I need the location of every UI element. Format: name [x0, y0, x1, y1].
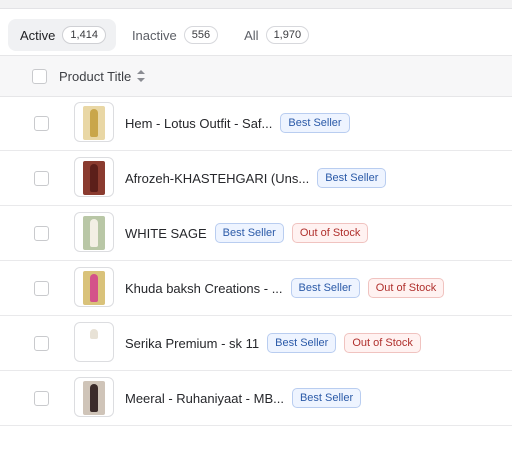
tab-count-badge: 1,970	[265, 26, 310, 44]
tab-count-badge: 556	[183, 26, 219, 44]
product-thumbnail[interactable]	[74, 157, 114, 197]
table-header: Product Title	[0, 55, 512, 97]
table-row[interactable]: Afrozeh-KHASTEHGARI (Uns... Best Seller	[0, 151, 512, 206]
outfit-figure-icon	[90, 384, 98, 412]
tab-inactive[interactable]: Inactive 556	[120, 19, 228, 51]
best-seller-badge: Best Seller	[280, 113, 350, 133]
best-seller-badge: Best Seller	[317, 168, 387, 188]
table-row[interactable]: Hem - Lotus Outfit - Saf... Best Seller	[0, 96, 512, 151]
product-name-cell: Hem - Lotus Outfit - Saf... Best Seller	[125, 96, 350, 150]
best-seller-badge: Best Seller	[291, 388, 362, 408]
product-name[interactable]: Hem - Lotus Outfit - Saf...	[125, 116, 272, 131]
status-tabs: Active 1,414 Inactive 556 All 1,970	[8, 17, 319, 53]
product-thumbnail[interactable]	[74, 267, 114, 307]
product-name-cell: Afrozeh-KHASTEHGARI (Uns... Best Seller	[125, 151, 387, 205]
outfit-figure-icon	[90, 274, 98, 302]
table-row[interactable]: Khuda baksh Creations - ... Best Seller …	[0, 261, 512, 316]
outfit-figure-icon	[90, 164, 98, 192]
tab-label: Inactive	[131, 27, 177, 43]
product-name[interactable]: WHITE SAGE	[125, 226, 207, 241]
product-name-cell: Serika Premium - sk 11 Best Seller Out o…	[125, 316, 421, 370]
product-name[interactable]: Afrozeh-KHASTEHGARI (Uns...	[125, 171, 309, 186]
product-name-cell: WHITE SAGE Best Seller Out of Stock	[125, 206, 369, 260]
products-panel: Active 1,414 Inactive 556 All 1,970 Prod…	[0, 8, 512, 449]
product-name-cell: Khuda baksh Creations - ... Best Seller …	[125, 261, 445, 315]
table-row[interactable]: Meeral - Ruhaniyaat - MB... Best Seller	[0, 371, 512, 426]
best-seller-badge: Best Seller	[267, 333, 337, 353]
row-checkbox[interactable]	[34, 391, 49, 406]
product-thumbnail[interactable]	[74, 377, 114, 417]
row-checkbox[interactable]	[34, 336, 49, 351]
product-thumbnail[interactable]	[74, 322, 114, 362]
tab-all[interactable]: All 1,970	[232, 19, 319, 51]
out-of-stock-badge: Out of Stock	[367, 278, 445, 298]
best-seller-badge: Best Seller	[214, 223, 284, 243]
tab-label: Active	[20, 27, 56, 43]
product-thumbnail[interactable]	[74, 102, 114, 142]
tab-count-badge: 1,414	[62, 26, 106, 44]
sort-icon[interactable]	[137, 70, 146, 82]
column-header-label: Product Title	[59, 68, 132, 84]
table-row[interactable]: WHITE SAGE Best Seller Out of Stock	[0, 206, 512, 261]
row-checkbox[interactable]	[34, 116, 49, 131]
product-table-body: Hem - Lotus Outfit - Saf... Best Seller …	[0, 96, 512, 426]
table-row[interactable]: Serika Premium - sk 11 Best Seller Out o…	[0, 316, 512, 371]
product-title-column-header[interactable]: Product Title	[59, 68, 146, 84]
product-name-cell: Meeral - Ruhaniyaat - MB... Best Seller	[125, 371, 362, 425]
product-name[interactable]: Meeral - Ruhaniyaat - MB...	[125, 391, 284, 406]
row-checkbox[interactable]	[34, 226, 49, 241]
product-name[interactable]: Serika Premium - sk 11	[125, 336, 259, 351]
best-seller-badge: Best Seller	[290, 278, 360, 298]
select-all-checkbox[interactable]	[32, 68, 47, 84]
tab-label: All	[244, 27, 259, 43]
product-thumbnail[interactable]	[74, 212, 114, 252]
row-checkbox[interactable]	[34, 281, 49, 296]
tab-active[interactable]: Active 1,414	[8, 19, 116, 51]
row-checkbox[interactable]	[34, 171, 49, 186]
outfit-figure-icon	[90, 329, 98, 339]
outfit-figure-icon	[90, 219, 98, 247]
product-name[interactable]: Khuda baksh Creations - ...	[125, 281, 283, 296]
out-of-stock-badge: Out of Stock	[344, 333, 421, 353]
out-of-stock-badge: Out of Stock	[291, 223, 369, 243]
outfit-figure-icon	[90, 109, 98, 137]
